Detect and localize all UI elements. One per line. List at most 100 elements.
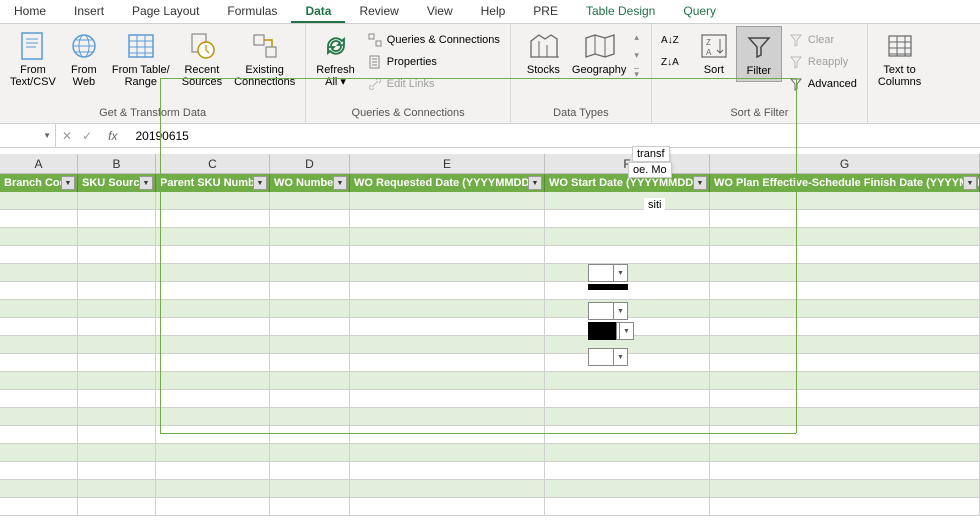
cell[interactable] <box>350 498 544 516</box>
cell[interactable] <box>78 282 155 300</box>
cell[interactable] <box>78 462 155 480</box>
cell[interactable] <box>78 444 155 462</box>
cell[interactable] <box>0 498 77 516</box>
cell[interactable] <box>270 372 349 390</box>
floating-dropdown[interactable]: ▼ <box>588 348 628 366</box>
filter-dropdown-icon[interactable]: ▼ <box>963 176 977 190</box>
cell[interactable] <box>0 408 77 426</box>
data-types-gallery-arrows[interactable]: ▴▾▾ <box>632 26 641 86</box>
cell[interactable] <box>350 282 544 300</box>
cell[interactable] <box>0 282 77 300</box>
cell[interactable] <box>78 336 155 354</box>
tab-review[interactable]: Review <box>345 0 412 23</box>
tab-help[interactable]: Help <box>467 0 520 23</box>
cell[interactable] <box>350 408 544 426</box>
cell[interactable] <box>156 444 269 462</box>
cell[interactable] <box>710 444 979 462</box>
filter-dropdown-icon[interactable]: ▼ <box>528 176 542 190</box>
cell[interactable] <box>710 480 979 498</box>
column-header-e[interactable]: E <box>350 154 545 173</box>
from-table-range-button[interactable]: From Table/ Range <box>106 26 176 92</box>
cell[interactable] <box>350 462 544 480</box>
cell[interactable] <box>78 192 155 210</box>
cell[interactable] <box>350 300 544 318</box>
tab-pre[interactable]: PRE <box>519 0 572 23</box>
cell[interactable] <box>710 462 979 480</box>
cell[interactable] <box>0 444 77 462</box>
cell[interactable] <box>156 426 269 444</box>
cell[interactable] <box>270 192 349 210</box>
cell[interactable] <box>78 318 155 336</box>
cell[interactable] <box>710 498 979 516</box>
cell[interactable] <box>270 408 349 426</box>
cell[interactable] <box>156 372 269 390</box>
tab-view[interactable]: View <box>413 0 467 23</box>
cell[interactable] <box>710 408 979 426</box>
cell[interactable] <box>270 444 349 462</box>
cell[interactable] <box>270 480 349 498</box>
cell[interactable] <box>710 228 979 246</box>
cell[interactable] <box>270 318 349 336</box>
text-to-columns-button[interactable]: Text to Columns <box>872 26 927 92</box>
cell[interactable] <box>78 210 155 228</box>
tab-insert[interactable]: Insert <box>60 0 118 23</box>
cell[interactable] <box>156 246 269 264</box>
cell[interactable] <box>156 480 269 498</box>
cell[interactable] <box>78 408 155 426</box>
cell[interactable] <box>156 408 269 426</box>
cell[interactable] <box>350 390 544 408</box>
cell[interactable] <box>710 192 979 210</box>
cell[interactable] <box>0 318 77 336</box>
cell[interactable] <box>545 228 709 246</box>
cell[interactable] <box>156 390 269 408</box>
cell[interactable] <box>270 390 349 408</box>
cell[interactable] <box>270 498 349 516</box>
cell[interactable] <box>350 372 544 390</box>
cell[interactable] <box>545 444 709 462</box>
cell[interactable] <box>545 462 709 480</box>
cell[interactable] <box>350 210 544 228</box>
cell[interactable] <box>270 210 349 228</box>
cell[interactable] <box>545 246 709 264</box>
tab-formulas[interactable]: Formulas <box>213 0 291 23</box>
grid-body[interactable] <box>0 192 980 516</box>
cell[interactable] <box>710 372 979 390</box>
cell[interactable] <box>78 372 155 390</box>
cell[interactable] <box>0 336 77 354</box>
cell[interactable] <box>156 318 269 336</box>
cell[interactable] <box>156 282 269 300</box>
column-header-g[interactable]: G <box>710 154 980 173</box>
cell[interactable] <box>350 336 544 354</box>
cell[interactable] <box>710 246 979 264</box>
filter-dropdown-icon[interactable]: ▼ <box>61 176 75 190</box>
tab-home[interactable]: Home <box>0 0 60 23</box>
cell[interactable] <box>78 228 155 246</box>
cell[interactable] <box>78 480 155 498</box>
cell[interactable] <box>78 354 155 372</box>
fx-label[interactable]: fx <box>98 129 127 143</box>
column-header-b[interactable]: B <box>78 154 156 173</box>
cell[interactable] <box>545 408 709 426</box>
tab-query[interactable]: Query <box>669 0 730 23</box>
cell[interactable] <box>0 300 77 318</box>
cell[interactable] <box>270 426 349 444</box>
filter-dropdown-icon[interactable]: ▼ <box>333 176 347 190</box>
cell[interactable] <box>710 264 979 282</box>
properties-button[interactable]: Properties <box>361 52 506 72</box>
cell[interactable] <box>0 246 77 264</box>
cell[interactable] <box>270 336 349 354</box>
cell[interactable] <box>156 210 269 228</box>
name-box[interactable]: ▼ <box>0 124 56 147</box>
table-header-branch-code[interactable]: Branch Code ▼ <box>0 174 78 192</box>
from-text-csv-button[interactable]: From Text/CSV <box>4 26 62 92</box>
recent-sources-button[interactable]: Recent Sources <box>176 26 228 92</box>
table-header-wo-number[interactable]: WO Number ▼ <box>270 174 350 192</box>
cell[interactable] <box>710 426 979 444</box>
cell[interactable] <box>270 300 349 318</box>
refresh-all-button[interactable]: Refresh All ▾ <box>310 26 361 92</box>
cancel-formula-icon[interactable]: ✕ <box>62 129 72 143</box>
cell[interactable] <box>270 246 349 264</box>
cell[interactable] <box>350 444 544 462</box>
cell[interactable] <box>0 480 77 498</box>
cell[interactable] <box>350 426 544 444</box>
